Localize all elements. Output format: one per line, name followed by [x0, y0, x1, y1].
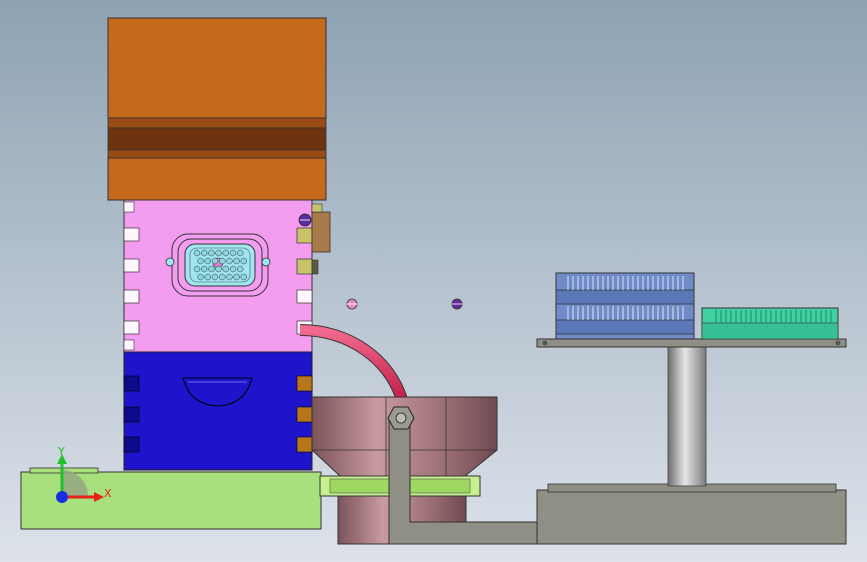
- blue-base-plate[interactable]: [123, 351, 313, 471]
- connector-pin: [200, 249, 208, 257]
- axis-y-label: Y: [57, 445, 65, 458]
- top-plate[interactable]: [536, 338, 847, 348]
- connector-pin: [233, 257, 240, 265]
- connector-pin: [226, 257, 233, 265]
- orange-top-cover[interactable]: [107, 17, 327, 201]
- connector-pin: [211, 257, 219, 265]
- connector-pin: [193, 249, 201, 257]
- connector-pin: [236, 265, 244, 273]
- cad-viewport[interactable]: Y X: [0, 0, 867, 562]
- connector-pin: [222, 249, 230, 257]
- teal-connector-part[interactable]: [701, 307, 839, 340]
- connector-pin: [208, 265, 215, 273]
- connector-pin: [218, 257, 226, 265]
- connector-pin: [193, 265, 201, 273]
- connector-pin: [229, 265, 237, 273]
- connector-pin: [215, 265, 222, 273]
- connector-pin: [204, 273, 212, 281]
- connector-pin: [218, 273, 226, 281]
- screw-icon: [298, 213, 312, 227]
- support-post[interactable]: [667, 345, 707, 487]
- connector-pin: [200, 265, 208, 273]
- right-base-block[interactable]: [536, 483, 847, 545]
- cad-scene[interactable]: Y X: [0, 0, 867, 562]
- connector-pin: [215, 249, 222, 257]
- connector-pin: [204, 257, 212, 265]
- hex-nut-icon: [387, 406, 415, 430]
- connector-pin: [208, 249, 215, 257]
- marker-pink: [346, 298, 358, 310]
- connector-pin: [226, 273, 233, 281]
- marker-purple: [451, 298, 463, 310]
- connector-pin: [233, 273, 240, 281]
- connector-pin: [229, 249, 237, 257]
- axis-x-label: X: [104, 487, 112, 500]
- connector-pin: [197, 273, 204, 281]
- connector-pin: [211, 273, 219, 281]
- connector-pin: [240, 273, 248, 281]
- connector-pin: [197, 257, 204, 265]
- connector-pin: [222, 265, 230, 273]
- connector-pin: [240, 257, 248, 265]
- connector-pin: [236, 249, 244, 257]
